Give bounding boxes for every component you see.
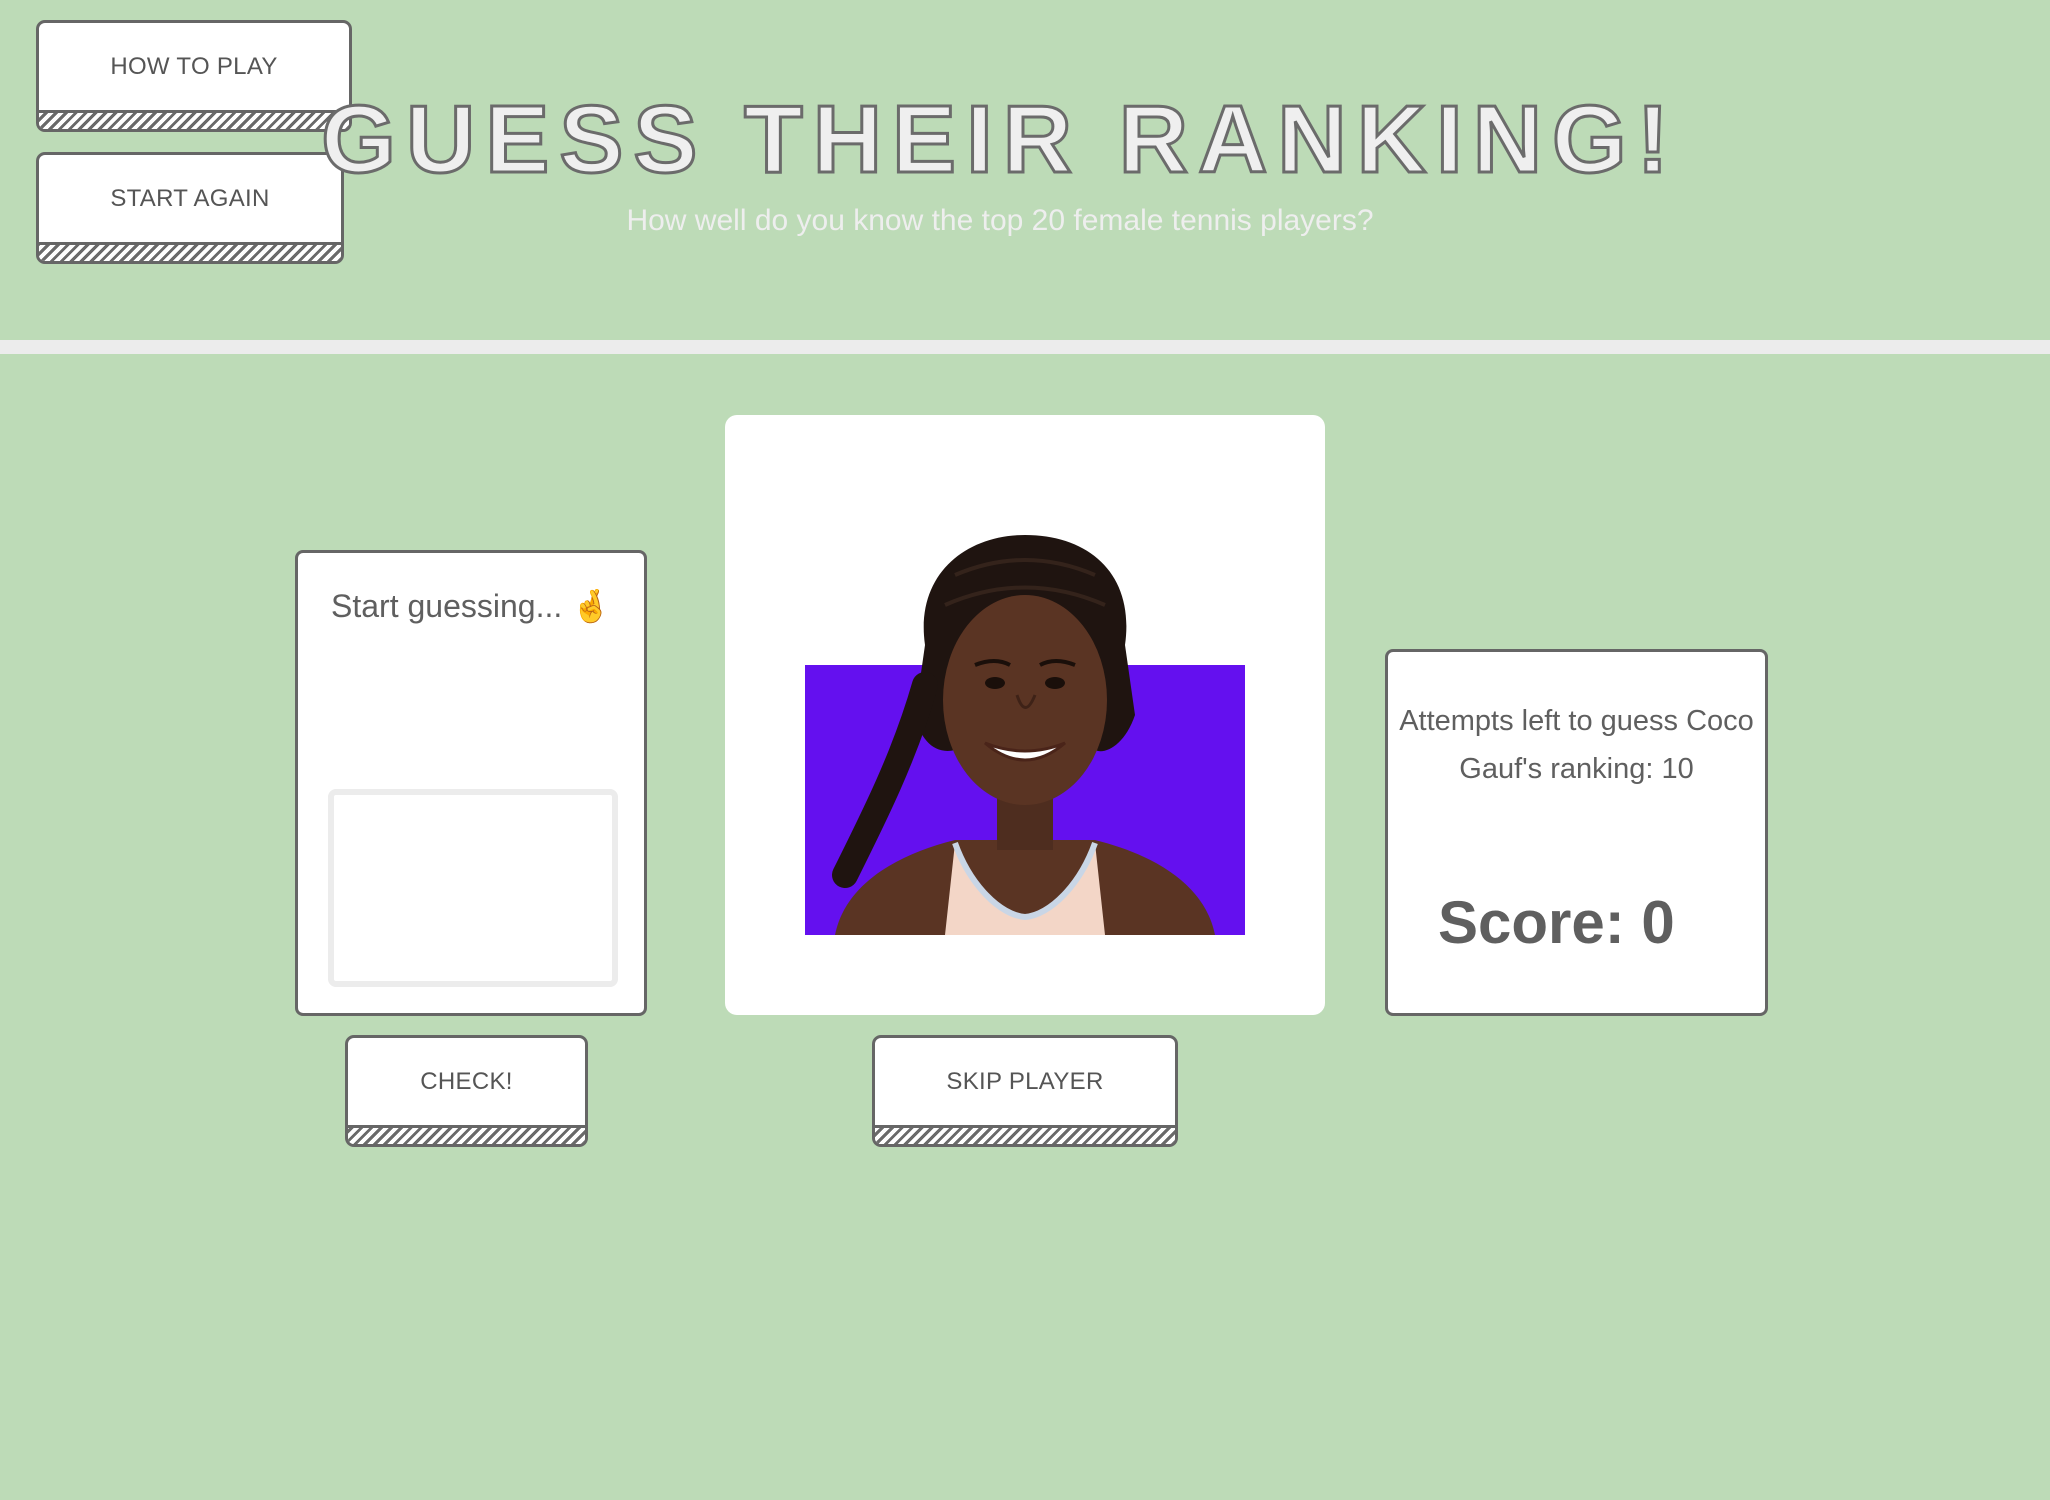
guess-panel: Start guessing... 🤞 [295,550,647,1016]
button-stripe-decoration [348,1125,585,1144]
player-portrait-image [805,515,1245,935]
player-portrait-icon [805,515,1245,935]
page-subtitle: How well do you know the top 20 female t… [626,204,1374,237]
check-label: CHECK! [420,1068,513,1095]
button-stripe-decoration [39,242,341,261]
attempts-left-text: Attempts left to guess Coco Gauf's ranki… [1399,705,1754,785]
skip-player-label: SKIP PLAYER [946,1068,1104,1095]
guess-heading: Start guessing... 🤞 [331,588,611,624]
ranking-guess-input[interactable] [328,789,618,987]
attempts-score-panel: Attempts left to guess Coco Gauf's ranki… [1385,649,1768,1016]
page-title: GUESS THEIR RANKING! [320,86,1679,193]
score-display: Score: 0 [1438,889,1675,956]
button-stripe-decoration [875,1125,1175,1144]
player-photo-card [725,415,1325,1015]
check-button[interactable]: CHECK! [345,1035,588,1147]
skip-player-button[interactable]: SKIP PLAYER [872,1035,1178,1147]
header-divider [0,340,2050,354]
